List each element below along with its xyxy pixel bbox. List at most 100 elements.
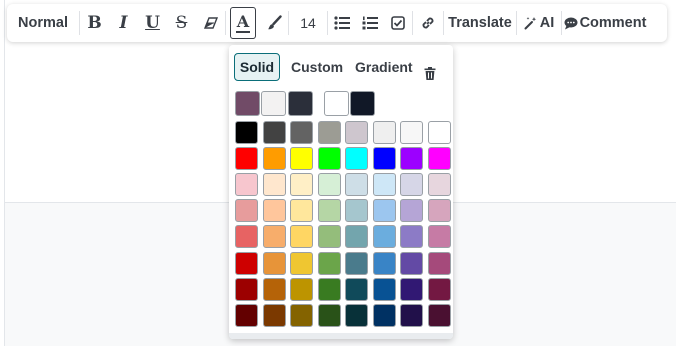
color-swatch[interactable] [400,173,423,197]
color-swatch[interactable] [235,199,258,223]
color-swatch[interactable] [235,251,258,275]
color-swatch[interactable] [290,199,313,223]
translate-label: Translate [448,15,512,31]
theme-color-swatch[interactable] [324,91,349,116]
color-swatch[interactable] [317,173,341,197]
background-color-button[interactable] [260,4,288,42]
color-swatch[interactable] [372,277,396,301]
color-swatch[interactable] [290,303,313,327]
color-swatch[interactable] [235,303,258,327]
eraser-button[interactable] [196,4,225,42]
color-swatch[interactable] [317,147,341,171]
strikethrough-label: S [175,13,188,33]
numbered-list-button[interactable] [356,4,384,42]
color-swatch[interactable] [427,225,451,249]
color-swatch[interactable] [427,173,451,197]
italic-button[interactable]: I [109,4,138,42]
color-swatch[interactable] [235,277,258,301]
color-swatch[interactable] [345,147,368,171]
color-swatch[interactable] [262,147,286,171]
color-swatch[interactable] [317,251,341,275]
color-swatch[interactable] [372,251,396,275]
theme-color-swatch[interactable] [261,91,286,116]
color-swatch[interactable] [427,251,451,275]
color-swatch[interactable] [262,251,286,275]
paragraph-style-dropdown[interactable]: Normal [7,4,79,42]
font-color-button[interactable]: A [230,7,256,39]
formatting-toolbar: Normal B I U S A 14 Translate AI Comment [7,4,667,42]
color-swatch[interactable] [317,199,341,223]
color-swatch[interactable] [290,147,313,171]
font-size-dropdown[interactable]: 14 [289,4,327,42]
color-swatch[interactable] [317,303,341,327]
color-swatch[interactable] [345,199,368,223]
bold-button[interactable]: B [80,4,109,42]
font-size-value: 14 [300,15,316,31]
link-button[interactable] [413,4,443,42]
color-swatch[interactable] [290,173,313,197]
strikethrough-button[interactable]: S [167,4,196,42]
color-swatch[interactable] [235,225,258,249]
color-swatch[interactable] [400,147,423,171]
color-swatch[interactable] [345,173,368,197]
color-swatch[interactable] [427,199,451,223]
color-swatch[interactable] [427,303,451,327]
color-swatch[interactable] [400,121,423,144]
color-swatch[interactable] [235,147,258,171]
color-picker-tabs: Solid Custom Gradient [229,53,453,81]
color-swatch[interactable] [372,147,396,171]
color-swatch[interactable] [372,173,396,197]
underline-button[interactable]: U [138,4,167,42]
color-swatch[interactable] [317,277,341,301]
color-swatch[interactable] [290,251,313,275]
color-swatch[interactable] [262,277,286,301]
color-swatch[interactable] [317,121,341,144]
theme-color-swatch[interactable] [235,91,260,116]
color-swatch[interactable] [235,173,258,197]
ai-button[interactable]: AI [517,4,561,42]
color-swatch[interactable] [400,199,423,223]
color-swatch[interactable] [290,121,313,144]
color-swatch[interactable] [400,225,423,249]
color-swatch[interactable] [372,199,396,223]
font-color-label: A [236,11,250,31]
theme-color-swatch[interactable] [350,91,375,116]
checkbox-icon [391,16,405,30]
link-icon [422,17,434,29]
color-swatch[interactable] [372,121,396,144]
numbered-list-icon [362,16,378,30]
theme-color-swatch[interactable] [288,91,313,116]
tab-gradient[interactable]: Gradient [355,53,413,81]
color-swatch[interactable] [290,277,313,301]
color-swatch[interactable] [427,277,451,301]
comment-button[interactable]: Comment [562,4,648,42]
color-swatch[interactable] [262,173,286,197]
tab-solid[interactable]: Solid [234,53,280,81]
color-swatch[interactable] [345,225,368,249]
color-swatch[interactable] [427,147,451,171]
color-swatch[interactable] [290,225,313,249]
color-swatch[interactable] [372,303,396,327]
tab-custom[interactable]: Custom [291,53,343,81]
color-swatch[interactable] [345,303,368,327]
color-swatch[interactable] [372,225,396,249]
popover-footer [229,333,453,339]
color-swatch[interactable] [262,121,286,144]
color-swatch[interactable] [345,277,368,301]
magic-wand-icon [524,17,536,30]
color-swatch[interactable] [262,303,286,327]
color-swatch[interactable] [235,121,258,144]
color-swatch[interactable] [317,225,341,249]
color-swatch[interactable] [400,277,423,301]
color-swatch[interactable] [427,121,451,144]
checklist-button[interactable] [384,4,412,42]
bullet-list-button[interactable] [328,4,356,42]
color-swatch[interactable] [345,121,368,144]
trash-icon[interactable] [424,67,436,80]
color-swatch[interactable] [400,251,423,275]
color-swatch[interactable] [262,199,286,223]
color-swatch[interactable] [400,303,423,327]
color-swatch[interactable] [345,251,368,275]
color-swatch[interactable] [262,225,286,249]
translate-button[interactable]: Translate [444,4,516,42]
